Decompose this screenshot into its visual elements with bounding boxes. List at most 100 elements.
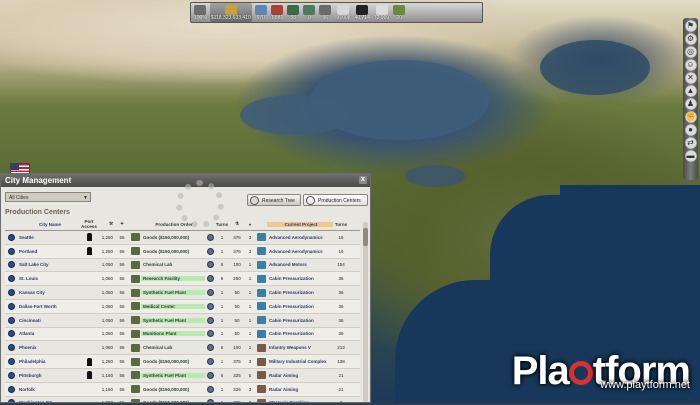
clock-icon[interactable]: [206, 399, 214, 402]
scrollbar[interactable]: [363, 222, 368, 402]
research-tree-button[interactable]: Research Tree: [247, 194, 301, 206]
current-project[interactable]: Infantry Weapons V: [267, 345, 333, 350]
table-row[interactable]: Kansas City 1,050 56 Synthetic Fuel Plant 1 5…: [5, 286, 360, 300]
city-name[interactable]: Philadelphia: [17, 359, 81, 364]
clock-icon[interactable]: [206, 233, 214, 241]
table-row[interactable]: Cincinnati 1,050 56 Synthetic Fuel Plant 1 50…: [5, 314, 360, 328]
close-icon[interactable]: x: [359, 176, 367, 184]
scrollbar-thumb[interactable]: [363, 228, 368, 246]
resource-item[interactable]: 1,881: [270, 3, 285, 22]
clock-icon[interactable]: [206, 302, 214, 310]
resource-item[interactable]: 58: [286, 3, 300, 22]
arrows-icon[interactable]: ✕: [684, 72, 697, 84]
resource-item[interactable]: $118,323,633,410: [209, 3, 252, 22]
table-row[interactable]: Portland 1,250 56 Goods ($150,000,000) 1 375 3…: [5, 244, 360, 259]
current-project[interactable]: Radar Aiming: [267, 373, 333, 378]
clock-icon[interactable]: [206, 247, 214, 255]
city-name[interactable]: Portland: [17, 249, 81, 254]
production-order[interactable]: Goods ($150,000,000): [141, 359, 205, 364]
header-turns[interactable]: Turns: [215, 222, 229, 227]
city-name[interactable]: Salt Lake City: [17, 262, 81, 267]
star-icon[interactable]: [7, 399, 15, 402]
header-port[interactable]: Port Access: [81, 219, 97, 229]
table-row[interactable]: Philadelphia 1,250 56 Goods ($150,000,000) 1…: [5, 355, 360, 369]
city-name[interactable]: Pittsburgh: [17, 373, 81, 378]
city-name[interactable]: Cincinnati: [17, 318, 81, 323]
star-icon[interactable]: [7, 344, 15, 352]
city-filter-select[interactable]: All Cities ▼: [5, 192, 91, 202]
header-turns-2[interactable]: Turns: [333, 222, 349, 227]
table-row[interactable]: St. Louis 1,050 56 Research Facility 6 250 1 Ca…: [5, 272, 360, 287]
gear-icon[interactable]: ⚙: [684, 33, 697, 45]
star-icon[interactable]: [7, 275, 15, 283]
production-order[interactable]: Synthetic Fuel Plant: [141, 372, 205, 378]
current-project[interactable]: Advanced Motors: [267, 262, 333, 267]
production-order[interactable]: Munitions Plant: [141, 331, 205, 337]
clock-icon[interactable]: [206, 358, 214, 366]
clock-icon[interactable]: [206, 344, 214, 352]
star-icon[interactable]: [7, 371, 15, 379]
city-name[interactable]: Dallas-Fort Worth: [17, 304, 81, 309]
current-project[interactable]: Cabin Pressurization: [267, 276, 333, 281]
resource-item[interactable]: 100%: [193, 3, 208, 22]
star-icon[interactable]: [7, 316, 15, 324]
units-icon[interactable]: ♟: [684, 98, 697, 110]
table-row[interactable]: Washington DC 1,000 56 Goods ($150,000,000)…: [5, 397, 360, 402]
city-name[interactable]: Atlanta: [17, 331, 81, 336]
production-order[interactable]: Goods ($150,000,000): [141, 387, 205, 392]
diplomacy-icon[interactable]: ☺: [684, 59, 697, 71]
building-icon[interactable]: ▲: [684, 85, 697, 97]
star-icon[interactable]: [7, 358, 15, 366]
clock-icon[interactable]: [206, 261, 214, 269]
fist-icon[interactable]: ✊: [684, 111, 697, 123]
resource-item[interactable]: 40,714: [354, 3, 371, 22]
production-order[interactable]: Research Facility: [141, 276, 205, 282]
city-name[interactable]: Norfolk: [17, 387, 81, 392]
current-project[interactable]: Advanced Aerodynamics: [267, 249, 333, 254]
production-order[interactable]: Chemical Lab: [141, 262, 205, 267]
star-icon[interactable]: [7, 302, 15, 310]
current-project[interactable]: Cabin Pressurization: [267, 304, 333, 309]
current-project[interactable]: Cabin Pressurization: [267, 331, 333, 336]
production-order[interactable]: Goods ($150,000,000): [141, 235, 205, 240]
clock-icon[interactable]: [206, 275, 214, 283]
table-row[interactable]: Seattle 1,250 56 Goods ($150,000,000) 1 375 3 A…: [5, 231, 360, 245]
production-order[interactable]: Medical Center: [141, 303, 205, 309]
star-icon[interactable]: [7, 233, 15, 241]
oil-drop-icon[interactable]: ●: [684, 124, 697, 136]
star-icon[interactable]: [7, 385, 15, 393]
city-name[interactable]: Phoenix: [17, 345, 81, 350]
clock-icon[interactable]: [206, 316, 214, 324]
star-icon[interactable]: [7, 330, 15, 338]
tab-production-centers[interactable]: Production Centers: [303, 194, 368, 206]
production-order[interactable]: Synthetic Fuel Plant: [141, 317, 205, 323]
resource-item[interactable]: 56,008: [334, 3, 351, 22]
star-icon[interactable]: [7, 247, 15, 255]
resource-item[interactable]: 72,909: [373, 3, 390, 22]
city-name[interactable]: Seattle: [17, 235, 81, 240]
resource-item[interactable]: 0: [302, 3, 316, 22]
resource-item[interactable]: 20: [392, 3, 406, 22]
flag-icon[interactable]: ⚑: [684, 20, 697, 32]
clock-icon[interactable]: [206, 371, 214, 379]
resource-item[interactable]: 970: [254, 3, 268, 22]
resource-item[interactable]: 56: [318, 3, 332, 22]
table-row[interactable]: Norfolk 1,150 56 Goods ($150,000,000) 1 325 3 R…: [5, 382, 360, 397]
city-name[interactable]: Kansas City: [17, 290, 81, 295]
trade-icon[interactable]: ⇄: [684, 137, 697, 149]
current-project[interactable]: Advanced Aerodynamics: [267, 235, 333, 240]
clock-icon[interactable]: [206, 330, 214, 338]
production-order[interactable]: Goods ($150,000,000): [141, 249, 205, 254]
current-project[interactable]: Cabin Pressurization: [267, 290, 333, 295]
current-project[interactable]: Cabin Pressurization: [267, 318, 333, 323]
current-project[interactable]: Military Industrial Complex: [267, 359, 333, 364]
clock-icon[interactable]: [206, 385, 214, 393]
star-icon[interactable]: [7, 261, 15, 269]
globe-icon[interactable]: ◎: [684, 46, 697, 58]
city-name[interactable]: St. Louis: [17, 276, 81, 281]
table-row[interactable]: Phoenix 1,050 56 Chemical Lab 6 100 1 Infantry …: [5, 341, 360, 356]
production-order[interactable]: Synthetic Fuel Plant: [141, 290, 205, 296]
clock-icon[interactable]: [206, 289, 214, 297]
star-icon[interactable]: [7, 289, 15, 297]
header-order[interactable]: Production Order: [141, 222, 205, 227]
